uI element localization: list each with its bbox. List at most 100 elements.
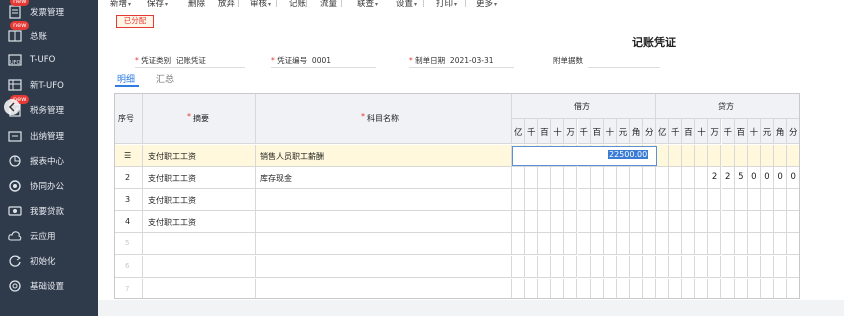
voucher-type-value: 记账凭证 [175, 56, 206, 65]
toolbar-button-10[interactable]: 打印▾ [436, 0, 457, 9]
row-debit-digit-cell [525, 167, 539, 189]
chevron-down-icon: ▾ [494, 1, 498, 8]
collapse-sidebar-icon[interactable] [4, 99, 20, 115]
sidebar-item-7[interactable]: 报表中心 [0, 149, 98, 173]
cashier-icon [7, 129, 23, 143]
ledger-icon [7, 29, 23, 43]
toolbar-button-label: 设置 [396, 0, 414, 9]
sidebar-item-4[interactable]: 新T-UFO [0, 73, 98, 97]
debit-unit-label: 百 [540, 128, 549, 138]
row-credit-digit-cell [734, 211, 748, 233]
row-debit-digit-cell [603, 167, 617, 189]
toolbar-button-1[interactable]: 新增▾ [110, 0, 131, 9]
row-debit-digit-cell [603, 211, 617, 233]
sidebar-item-label: 我要贷款 [30, 207, 65, 217]
toolbar-button-8[interactable]: 联查▾ [357, 0, 378, 9]
row-summary[interactable]: 支付职工工资 [148, 173, 196, 184]
tab-summary[interactable]: 汇总 [156, 72, 174, 85]
toolbar-button-11[interactable]: 更多▾ [476, 0, 497, 9]
row-debit-digit-cell [551, 256, 565, 278]
sidebar-item-3[interactable]: UFO T-UFO [0, 48, 98, 72]
row-credit-digit-cell [708, 279, 722, 298]
row-summary[interactable]: 支付职工工资 [148, 195, 196, 206]
row-seq: 6 [125, 262, 130, 270]
toolbar-button-5[interactable]: 审核▾ [250, 0, 271, 9]
toolbar-button-2[interactable]: 保存▾ [147, 0, 168, 9]
row-credit-digit-cell [760, 233, 774, 255]
row-edit-icon[interactable]: ☰ [124, 151, 131, 160]
credit-unit-label: 亿 [657, 128, 667, 138]
row-credit-digit-cell [669, 189, 683, 211]
row-debit-digit-cell [603, 256, 617, 278]
toolbar-button-7[interactable]: 流量 [320, 0, 337, 9]
row-summary[interactable]: 支付职工工资 [148, 151, 196, 162]
chevron-down-icon: ▾ [375, 1, 379, 8]
sidebar-item-label: 云应用 [30, 232, 56, 242]
row-account[interactable]: 销售人员职工薪酬 [260, 151, 324, 162]
row-debit-digit-cell [577, 256, 591, 278]
toolbar-separator [465, 0, 466, 7]
tab-detail[interactable]: 明细 [117, 72, 135, 85]
row-debit-digit-cell [590, 233, 604, 255]
sidebar-item-12[interactable]: 基础设置 [0, 274, 98, 298]
new-badge: new [10, 0, 30, 6]
toolbar-button-6[interactable]: 记账 [289, 0, 306, 9]
row-credit-digit-cell [787, 233, 799, 255]
toolbar-button-label: 放弃 [218, 0, 236, 9]
row-debit-digit-cell [590, 211, 604, 233]
toolbar-button-3[interactable]: 删除 [188, 0, 205, 9]
sidebar-item-11[interactable]: 初始化 [0, 249, 98, 273]
credit-unit-label: 元 [762, 128, 772, 138]
toolbar-button-4[interactable]: 放弃 [218, 0, 235, 9]
row-credit-digit-cell [708, 189, 722, 211]
sidebar-item-9[interactable]: 我要贷款 [0, 199, 98, 223]
credit-digit: 2 [711, 172, 718, 182]
row-debit-digit-cell [538, 279, 552, 298]
toolbar-button-9[interactable]: 设置▾ [396, 0, 417, 9]
row-debit-digit-cell [512, 167, 526, 189]
row-debit-digit-cell [629, 167, 643, 189]
voucher-number-field[interactable]: * 凭证编号 0001 [271, 55, 331, 66]
debit-unit-label: 角 [631, 128, 641, 138]
row-debit-digit-cell [578, 279, 591, 298]
debit-unit-label: 亿 [513, 128, 523, 138]
row-credit-digit-cell [773, 211, 787, 233]
sidebar-item-label: 发票管理 [30, 8, 65, 18]
row-summary[interactable]: 支付职工工资 [148, 217, 196, 228]
toolbar-separator [238, 0, 239, 7]
sidebar: 发票管理 new 总账 new UFO T-UFO 新T-UFO 税务管理 new 出纳管理 报表中… [0, 0, 98, 316]
credit-unit-label: 千 [671, 128, 680, 138]
row-account-cell [256, 189, 512, 211]
debit-unit-label: 千 [579, 128, 588, 138]
row-debit-digit-cell [590, 189, 604, 211]
sidebar-item-2[interactable]: 总账 new [0, 21, 98, 48]
new-ufo-icon [7, 78, 23, 92]
row-debit-digit-cell [512, 211, 526, 233]
sidebar-item-10[interactable]: 云应用 [0, 224, 98, 248]
row-debit-digit-cell [512, 189, 526, 211]
row-debit-digit-cell [551, 233, 565, 255]
voucher-number-label: 凭证编号 [277, 56, 308, 65]
attachments-field[interactable]: 附单据数 [553, 55, 588, 66]
toolbar-separator [341, 0, 342, 7]
row-debit-digit-cell [643, 233, 657, 255]
row-debit-digit-cell [643, 279, 657, 298]
row-credit-digit-cell [773, 233, 787, 255]
row-account[interactable]: 库存现金 [260, 173, 292, 184]
row-debit-digit-cell [564, 256, 578, 278]
sidebar-item-8[interactable]: 协同办公 [0, 174, 98, 198]
chevron-down-icon: ▾ [414, 1, 418, 8]
row-credit-digit-cell [669, 279, 683, 298]
row-seq: 4 [125, 217, 131, 226]
row-account-cell [256, 256, 512, 278]
row-credit-digit-cell [695, 233, 709, 255]
voucher-date-field[interactable]: * 制单日期 2021-03-31 [409, 55, 494, 66]
row-credit-digit-cell [774, 279, 787, 298]
row-debit-digit-cell [538, 167, 552, 189]
sidebar-item-6[interactable]: 出纳管理 [0, 124, 98, 148]
row-credit-digit-cell [760, 256, 774, 278]
credit-unit-label: 万 [710, 128, 719, 138]
sidebar-item-label: 报表中心 [30, 157, 65, 167]
row-credit-digit-cell [721, 211, 735, 233]
voucher-type-field[interactable]: * 凭证类别 记账凭证 [135, 55, 206, 66]
